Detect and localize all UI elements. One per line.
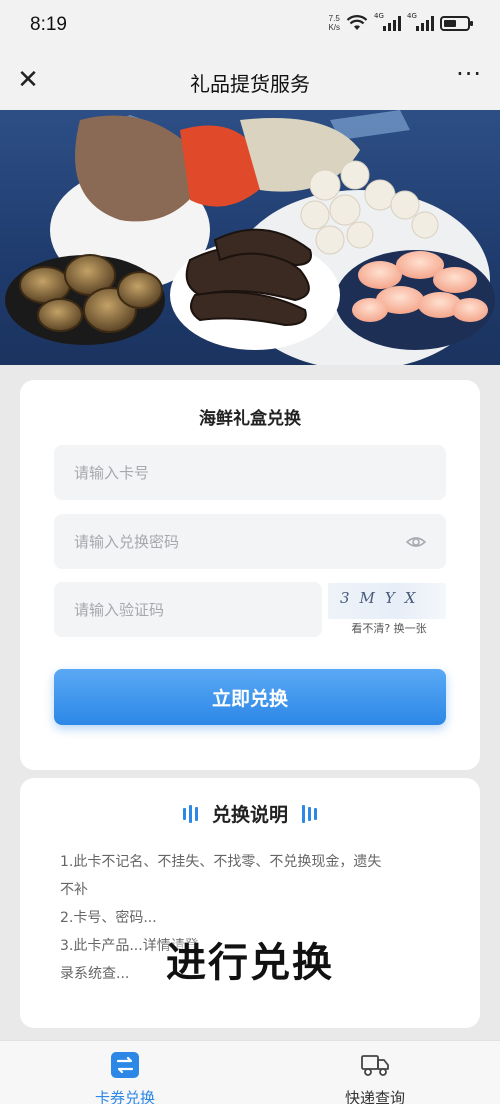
delivery-truck-icon	[361, 1055, 389, 1076]
card-number-field[interactable]	[54, 445, 446, 500]
tab-delivery-tracking[interactable]: 快递查询	[315, 1051, 435, 1104]
title-decoration-left	[182, 804, 198, 823]
tab-label: 卡券兑换	[94, 1089, 155, 1104]
instructions-card: 兑换说明 1.此卡不记名、不挂失、不找零、不兑换现金，遗失 不补 2.卡号、密码…	[20, 778, 480, 1028]
form-title: 海鲜礼盒兑换	[199, 409, 301, 429]
title-decoration-right	[302, 804, 317, 823]
card-number-input[interactable]	[54, 445, 446, 500]
signal-icon: 4G	[374, 12, 401, 31]
captcha-refresh-link[interactable]: 看不清? 换一张	[330, 620, 448, 636]
status-bar: 8:19 7.5 K/s 4G 4G	[0, 0, 500, 52]
battery-icon	[440, 15, 473, 31]
captcha-input[interactable]	[54, 582, 322, 637]
page-title: 礼品提货服务	[190, 72, 310, 96]
instruction-line: 不补	[60, 882, 88, 898]
seafood-banner-image	[0, 110, 500, 365]
status-indicators: 7.5 K/s 4G 4G	[328, 12, 473, 32]
redeem-form-card: 海鲜礼盒兑换 3MYX 看不清? 换一张 立即兑换	[20, 380, 480, 770]
exchange-icon	[111, 1052, 139, 1078]
password-input[interactable]	[54, 514, 446, 569]
tab-label: 快递查询	[344, 1089, 405, 1104]
eye-icon[interactable]	[406, 532, 426, 552]
nav-bar: ✕ 礼品提货服务 ···	[0, 52, 500, 110]
instruction-line: 1.此卡不记名、不挂失、不找零、不兑换现金，遗失	[60, 854, 382, 870]
signal-icon: 4G	[407, 12, 434, 31]
network-speed: 7.5 K/s	[328, 14, 340, 32]
captcha-field[interactable]	[54, 582, 322, 637]
instructions-title: 兑换说明	[211, 804, 288, 826]
video-caption-overlay: 进行兑换	[166, 940, 334, 986]
more-options-icon[interactable]: ···	[456, 60, 482, 88]
instructions-header: 兑换说明	[20, 800, 480, 827]
captcha-code: 3MYX	[340, 589, 426, 607]
seafood-illustration	[5, 110, 495, 365]
bottom-tab-bar: 卡券兑换 快递查询	[0, 1040, 500, 1104]
redeem-now-button[interactable]: 立即兑换	[54, 669, 446, 725]
tab-card-redeem[interactable]: 卡券兑换	[65, 1051, 185, 1104]
instruction-line: 2.卡号、密码...	[60, 910, 157, 926]
captcha-image[interactable]: 3MYX	[328, 583, 446, 619]
status-time: 8:19	[30, 14, 67, 35]
wifi-icon	[346, 14, 368, 30]
password-field[interactable]	[54, 514, 446, 569]
